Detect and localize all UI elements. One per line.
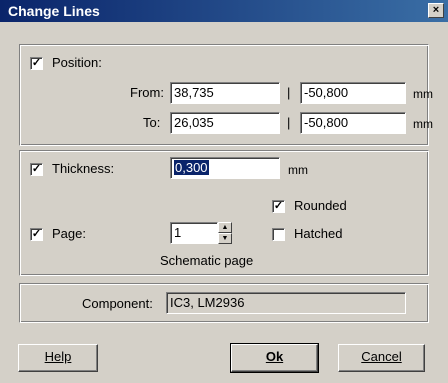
title-bar: Change Lines × <box>0 0 448 22</box>
rounded-checkbox[interactable]: ✓ <box>272 200 285 213</box>
checkmark-icon: ✓ <box>31 228 42 240</box>
position-group: ✓ Position: From: 38,735 | -50,800 mm To… <box>19 44 433 146</box>
position-checkbox[interactable]: ✓ <box>30 57 43 70</box>
from-x-field[interactable]: 38,735 <box>170 82 280 104</box>
from-y-field[interactable]: -50,800 <box>300 82 406 104</box>
to-label: To: <box>143 115 161 130</box>
from-label: From: <box>130 85 164 100</box>
hatched-checkbox[interactable] <box>272 228 285 241</box>
thickness-value: 0,300 <box>174 160 209 175</box>
page-checkbox[interactable]: ✓ <box>30 228 43 241</box>
thickness-label: Thickness: <box>52 161 115 176</box>
schematic-page-caption: Schematic page <box>160 253 254 268</box>
spin-up-icon[interactable]: ▲ <box>218 222 232 233</box>
checkmark-icon: ✓ <box>31 57 42 69</box>
cancel-button[interactable]: Cancel <box>338 344 425 372</box>
ok-button[interactable]: Ok <box>230 343 319 373</box>
cancel-button-label: Cancel <box>361 349 402 364</box>
help-button-label: Help <box>44 349 72 364</box>
thickness-checkbox[interactable]: ✓ <box>30 163 43 176</box>
spin-down-icon[interactable]: ▼ <box>218 233 232 244</box>
style-group: ✓ Thickness: 0,300 mm ✓ Rounded ✓ Page: … <box>19 150 429 276</box>
thickness-unit-label: mm <box>288 163 308 177</box>
from-unit-label: mm <box>413 87 433 101</box>
page-spinner[interactable]: ▲ ▼ <box>218 222 232 244</box>
position-label: Position: <box>52 55 102 70</box>
rounded-label: Rounded <box>294 198 347 213</box>
ok-button-label: Ok <box>265 349 284 364</box>
to-separator: | <box>287 115 291 130</box>
component-label: Component: <box>82 296 153 311</box>
help-button[interactable]: Help <box>18 344 98 372</box>
checkmark-icon: ✓ <box>31 163 42 175</box>
close-icon: × <box>432 4 440 16</box>
component-group: Component: IC3, LM2936 <box>19 283 429 323</box>
thickness-field[interactable]: 0,300 <box>170 157 280 179</box>
to-y-field[interactable]: -50,800 <box>300 112 406 134</box>
to-unit-label: mm <box>413 117 433 131</box>
window-title: Change Lines <box>8 3 100 19</box>
page-field[interactable]: 1 <box>170 222 218 244</box>
to-x-field[interactable]: 26,035 <box>170 112 280 134</box>
checkmark-icon: ✓ <box>273 200 284 212</box>
from-separator: | <box>287 85 291 100</box>
close-button[interactable]: × <box>428 3 444 18</box>
page-label: Page: <box>52 226 86 241</box>
hatched-label: Hatched <box>294 226 343 241</box>
component-field[interactable]: IC3, LM2936 <box>166 292 406 314</box>
